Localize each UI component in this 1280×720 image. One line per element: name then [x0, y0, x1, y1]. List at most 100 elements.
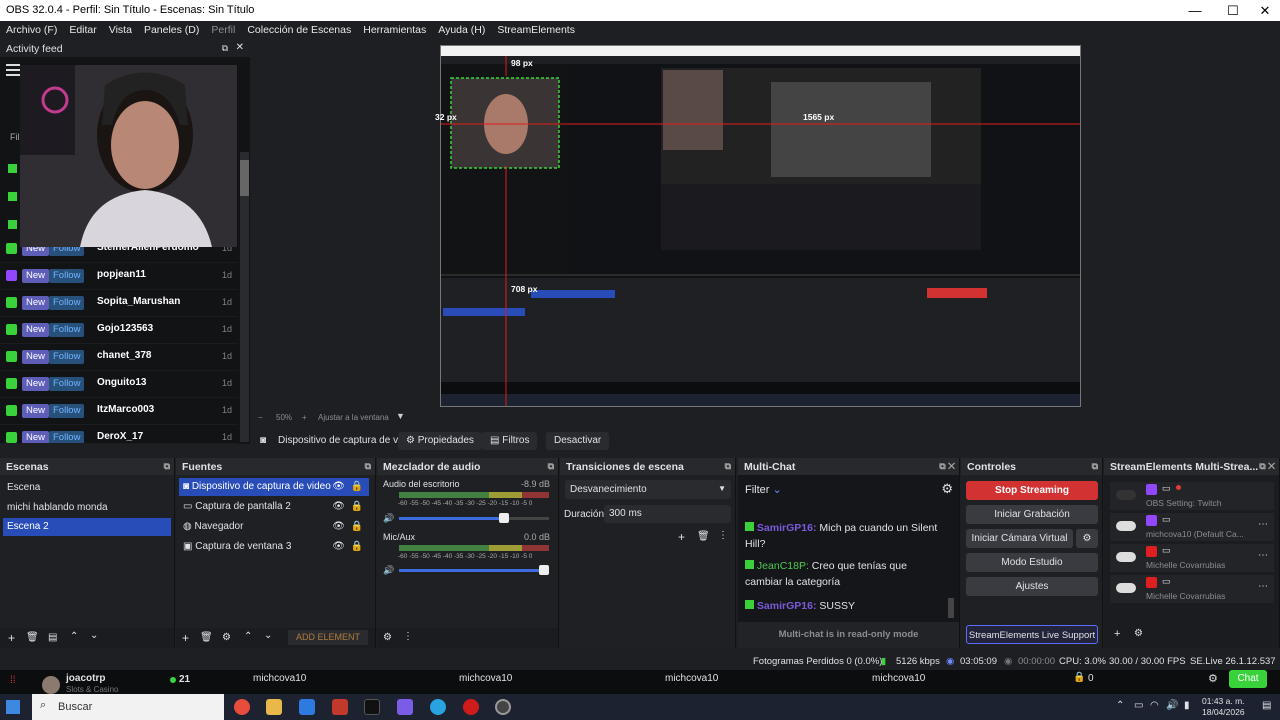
filter-dropdown[interactable]: Filter ⌄	[745, 483, 782, 496]
virtual-camera-button[interactable]: Iniciar Cámara Virtual	[966, 529, 1073, 548]
zoom-plus[interactable]: +	[302, 413, 307, 422]
filters-button[interactable]: ▤ Filtros	[482, 432, 538, 450]
stop-streaming-button[interactable]: Stop Streaming	[966, 481, 1098, 500]
battery-icon[interactable]: ▮	[1184, 700, 1190, 711]
close-icon[interactable]: ✕	[236, 42, 244, 53]
chat-button[interactable]: Chat	[1229, 670, 1267, 688]
add-icon[interactable]: +	[678, 530, 685, 544]
more-icon[interactable]: ⋮	[718, 530, 728, 541]
zoom-minus[interactable]: −	[258, 413, 263, 422]
duration-input[interactable]: 300 ms	[604, 505, 731, 523]
telegram-icon[interactable]	[430, 699, 446, 715]
feed-row[interactable]: New Follow ItzMarco003 1d	[0, 398, 238, 425]
add-icon[interactable]: +	[1114, 628, 1120, 640]
wifi-icon[interactable]: ◠	[1150, 700, 1159, 711]
feed-row[interactable]: New Follow DeroX_17 1d	[0, 425, 238, 444]
float-icon[interactable]: ⧉	[548, 461, 554, 472]
source-item[interactable]: ▣ Captura de ventana 3 👁 🔒	[179, 538, 369, 556]
trash-icon[interactable]: 🗑	[697, 531, 710, 542]
settings-button[interactable]: Ajustes	[966, 577, 1098, 596]
volume-slider-handle[interactable]	[498, 513, 509, 523]
up-arrow-icon[interactable]: ⌃	[244, 631, 252, 642]
feed-row[interactable]: New Follow Sopita_Marushan 1d	[0, 290, 238, 317]
more-icon[interactable]: ⋯	[1258, 550, 1268, 561]
float-icon[interactable]: ⧉	[725, 461, 731, 472]
source-item[interactable]: ▭ Captura de pantalla 2 👁 🔒	[179, 498, 369, 516]
scene-item[interactable]: michi hablando monda	[3, 499, 171, 517]
acrobat-icon[interactable]	[332, 699, 348, 715]
deactivate-button[interactable]: Desactivar	[546, 432, 610, 450]
feed-scrollbar[interactable]	[240, 152, 249, 442]
transition-select[interactable]: Desvanecimiento ▼	[565, 480, 731, 499]
eye-icon[interactable]: 👁	[332, 481, 345, 492]
lock-icon[interactable]: 🔒	[351, 521, 363, 532]
minimize-button[interactable]: —	[1178, 0, 1212, 21]
gear-icon[interactable]: ⚙	[383, 632, 392, 643]
properties-button[interactable]: ⚙ Propiedades	[398, 432, 482, 450]
float-icon[interactable]: ⧉	[365, 461, 371, 472]
add-element-button[interactable]: ADD ELEMENT	[288, 630, 368, 645]
preview-canvas[interactable]: 98 px 32 px 1565 px 708 px	[435, 45, 1081, 407]
gear-icon[interactable]: ⚙	[1134, 628, 1143, 639]
feed-row[interactable]: New Follow Gojo123563 1d	[0, 317, 238, 344]
studio-mode-button[interactable]: Modo Estudio	[966, 553, 1098, 572]
float-close-icons[interactable]: ⧉ ✕	[1259, 461, 1275, 472]
menu-streamelements[interactable]: StreamElements	[491, 21, 581, 39]
file-explorer-icon[interactable]	[266, 699, 282, 715]
more-icon[interactable]: ⋮	[403, 631, 413, 642]
speaker-icon[interactable]: 🔊	[383, 565, 394, 576]
more-icon[interactable]: ⋯	[1258, 581, 1268, 592]
float-icon[interactable]: ⧉	[164, 461, 170, 472]
float-icon[interactable]: ⧉	[1092, 461, 1098, 472]
menu-paneles[interactable]: Paneles (D)	[138, 21, 205, 39]
menu-perfil[interactable]: Perfil	[205, 21, 241, 39]
source-item[interactable]: ◍ Navegador 👁 🔒	[179, 518, 369, 536]
menu-dots-icon[interactable]: ⁞⁞	[10, 675, 16, 686]
tray-chevron-icon[interactable]: ⌃	[1116, 700, 1124, 711]
opera-icon[interactable]	[463, 699, 479, 715]
feed-row[interactable]: New Follow Onguito13 1d	[0, 371, 238, 398]
lock-icon[interactable]: 🔒	[351, 481, 363, 492]
lock-icon[interactable]: 🔒	[351, 541, 363, 552]
tiktok-icon[interactable]	[364, 699, 380, 715]
live-support-button[interactable]: StreamElements Live Support	[966, 625, 1098, 644]
trash-icon[interactable]: 🗑	[26, 632, 39, 643]
obs-icon[interactable]	[495, 699, 511, 715]
eye-icon[interactable]: 👁	[332, 501, 345, 512]
windows-start-icon[interactable]	[6, 700, 20, 714]
app-icon[interactable]	[397, 699, 413, 715]
toggle-switch[interactable]	[1116, 490, 1136, 500]
trash-icon[interactable]: 🗑	[200, 632, 213, 643]
gear-icon[interactable]: ⚙	[1208, 672, 1218, 685]
toggle-switch[interactable]	[1116, 552, 1136, 562]
scene-item[interactable]: Escena	[3, 479, 171, 497]
down-arrow-icon[interactable]: ⌄	[90, 630, 98, 641]
chrome-icon[interactable]	[234, 699, 250, 715]
source-item[interactable]: ◙ Dispositivo de captura de video 👁 🔒	[179, 478, 369, 496]
notification-icon[interactable]: ▤	[1262, 700, 1271, 711]
clock-time[interactable]: 01:43 a. m.	[1202, 696, 1245, 706]
feed-row[interactable]: New Follow popjean11 1d	[0, 263, 238, 290]
feed-row[interactable]: New Follow chanet_378 1d	[0, 344, 238, 371]
add-icon[interactable]: +	[182, 631, 189, 645]
toggle-switch[interactable]	[1116, 583, 1136, 593]
speaker-icon[interactable]: 🔊	[383, 513, 394, 524]
clock-date[interactable]: 18/04/2026	[1202, 707, 1245, 717]
menu-archivo[interactable]: Archivo (F)	[0, 21, 63, 39]
close-window-button[interactable]: ✕	[1248, 0, 1280, 21]
gear-icon[interactable]: ⚙	[222, 632, 231, 643]
virtual-camera-settings-icon[interactable]: ⚙	[1076, 529, 1098, 548]
eye-icon[interactable]: 👁	[332, 521, 345, 532]
gear-icon[interactable]: ⚙	[941, 481, 953, 497]
add-icon[interactable]: +	[8, 631, 15, 645]
menu-editar[interactable]: Editar	[63, 21, 102, 39]
maximize-button[interactable]: ☐	[1216, 0, 1250, 21]
taskbar-search[interactable]: ⌕ Buscar	[32, 694, 224, 720]
menu-coleccion[interactable]: Colección de Escenas	[241, 21, 357, 39]
float-icon[interactable]: ⧉	[222, 43, 228, 54]
hamburger-icon[interactable]	[6, 64, 20, 76]
chevron-down-icon[interactable]: ▼	[396, 411, 405, 421]
up-arrow-icon[interactable]: ⌃	[70, 631, 78, 642]
store-icon[interactable]	[299, 699, 315, 715]
eye-icon[interactable]: 👁	[332, 541, 345, 552]
